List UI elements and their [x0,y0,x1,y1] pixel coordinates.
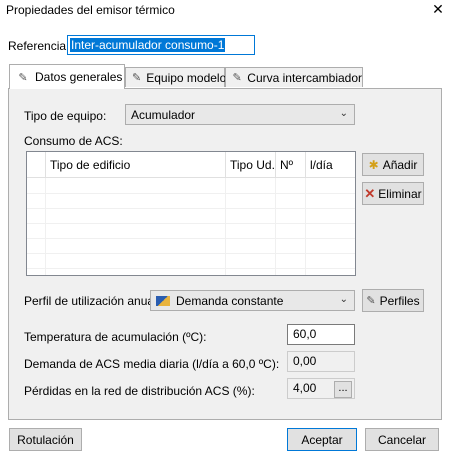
referencia-value: Inter-acumulador consumo-1 [70,38,226,52]
column-header-n[interactable]: Nº [276,152,306,178]
grid-line [27,208,355,209]
perfiles-label: Perfiles [379,293,420,308]
perdidas-label: Pérdidas en la red de distribución ACS (… [24,384,255,398]
column-header-tipo-ud[interactable]: Tipo Ud. [226,152,276,178]
chevron-down-icon: ⌄ [339,294,348,305]
consumo-label: Consumo de ACS: [24,134,123,148]
add-icon: ✱ [368,157,379,172]
grid-line [27,193,355,194]
demanda-field: 0,00 [287,351,355,372]
tab-datos-generales[interactable]: ✎ Datos generales [9,64,125,89]
aceptar-button[interactable]: Aceptar [287,428,357,451]
profile-icon [156,295,170,306]
delete-icon: ✕ [364,185,376,201]
tab-label: Equipo modelo [146,70,227,85]
perfiles-button[interactable]: ✎ Perfiles [362,289,424,312]
perfil-value: Demanda constante [176,293,284,308]
tab-curva-intercambiador[interactable]: ✎ Curva intercambiador [225,67,363,87]
referencia-label: Referencia: [8,39,70,53]
tipo-equipo-value: Acumulador [131,107,196,122]
add-label: Añadir [382,157,418,172]
tipo-equipo-select[interactable]: Acumulador ⌄ [125,104,355,125]
pencil-icon: ✎ [232,72,242,84]
delete-label: Eliminar [378,186,422,201]
grid-line [27,223,355,224]
tab-equipo-modelo[interactable]: ✎ Equipo modelo [125,67,227,87]
tipo-equipo-label: Tipo de equipo: [24,109,107,123]
perfil-label: Perfil de utilización anual: [24,294,161,308]
tab-label: Curva intercambiador [247,70,362,85]
pencil-icon: ✎ [18,71,28,84]
referencia-input[interactable]: Inter-acumulador consumo-1 [67,35,255,55]
perdidas-field: 4,00 ... [287,378,355,399]
grid-line [27,268,355,269]
window-title: Propiedades del emisor térmico [6,3,175,17]
add-button[interactable]: ✱ Añadir [362,153,424,176]
close-icon[interactable]: ✕ [430,1,446,17]
cancelar-button[interactable]: Cancelar [365,428,439,451]
grid-line [27,238,355,239]
temperatura-input[interactable]: 60,0 [287,324,355,345]
column-header-l-dia[interactable]: l/día [306,152,355,178]
perfil-select[interactable]: Demanda constante ⌄ [150,290,355,311]
consumo-table[interactable]: Tipo de edificio Tipo Ud. Nº l/día [26,151,356,276]
perdidas-edit-button[interactable]: ... [334,381,352,398]
perdidas-value: 4,00 [293,381,317,395]
column-header-tipo-edificio[interactable]: Tipo de edificio [46,152,226,178]
demanda-label: Demanda de ACS media diaria (l/día a 60,… [24,357,280,371]
pencil-icon: ✎ [366,295,376,307]
pencil-icon: ✎ [132,72,142,84]
temperatura-label: Temperatura de acumulación (ºC): [24,330,207,344]
row-header-column [27,152,46,178]
grid-line [27,253,355,254]
chevron-down-icon: ⌄ [339,108,348,119]
rotulacion-button[interactable]: Rotulación [9,428,82,451]
delete-button[interactable]: ✕ Eliminar [362,182,424,205]
tab-label: Datos generales [35,70,123,84]
